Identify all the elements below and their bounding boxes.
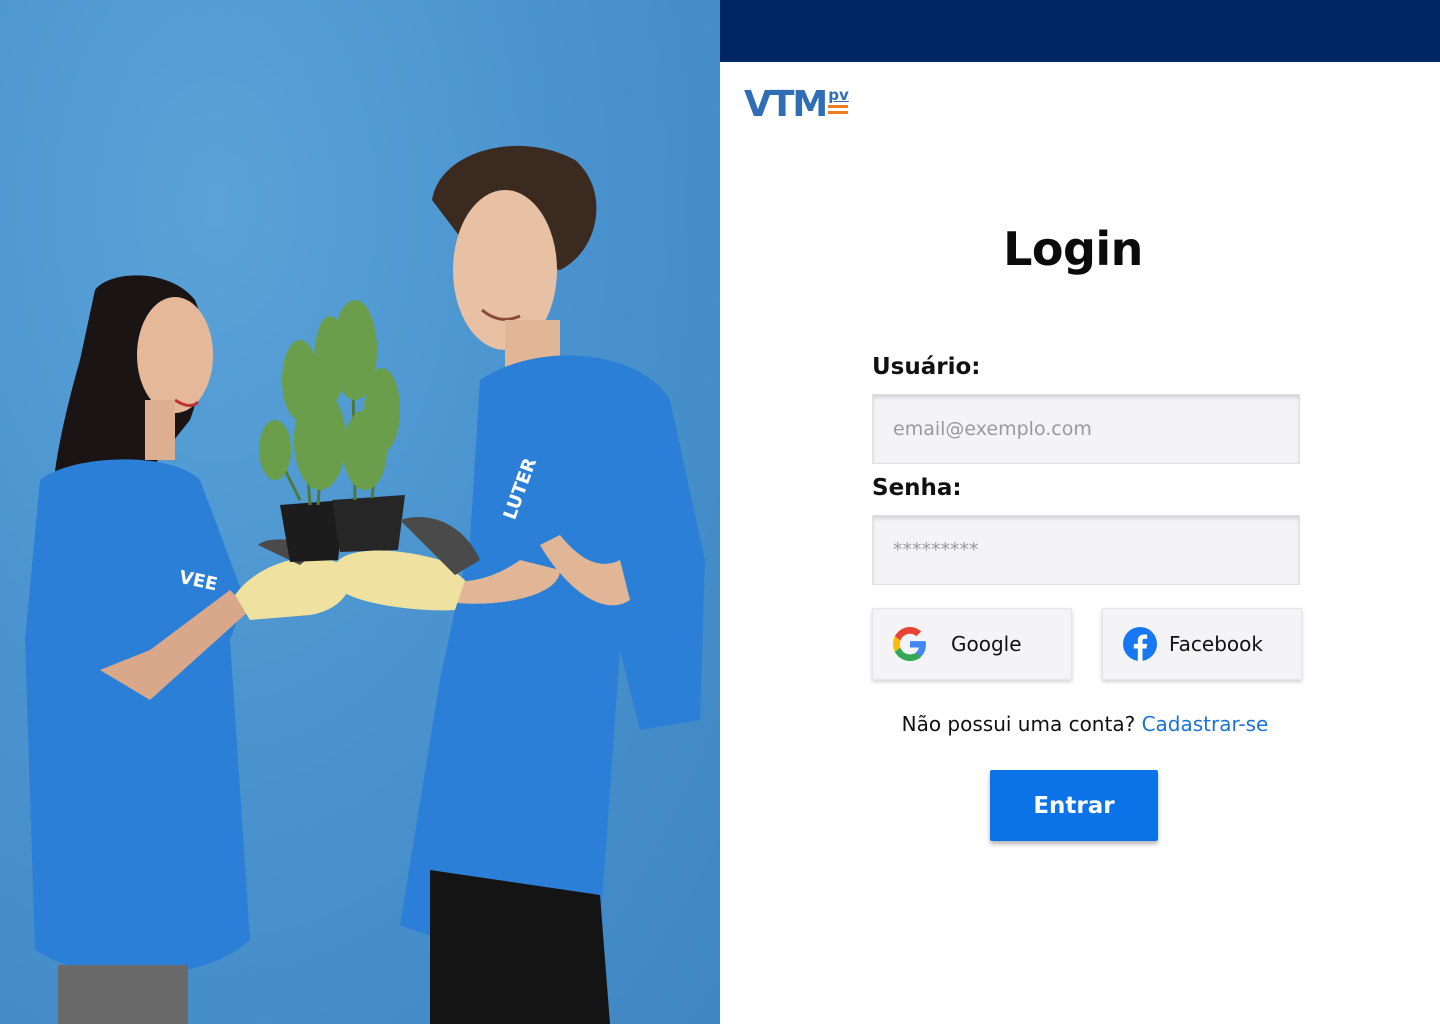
submit-button[interactable]: Entrar [990, 770, 1158, 841]
username-input[interactable] [873, 395, 1299, 463]
volunteers-illustration: VEE LUTER [25, 145, 705, 1024]
page-title: Login [1003, 222, 1143, 276]
brand-logo[interactable]: VTM pv [744, 86, 849, 124]
signup-link[interactable]: Cadastrar-se [1142, 712, 1269, 736]
brand-suffix: pv [828, 86, 849, 104]
facebook-button-label: Facebook [1169, 632, 1263, 656]
hero-photo: VEE LUTER [0, 0, 720, 1024]
google-icon [893, 627, 927, 661]
brand-mark-icon [828, 105, 849, 114]
google-button-label: Google [951, 632, 1022, 656]
password-input[interactable] [873, 516, 1299, 584]
google-login-button[interactable]: Google [872, 608, 1072, 680]
top-bar [720, 0, 1440, 62]
password-field-wrapper [872, 515, 1300, 585]
login-panel: VTM pv Login Usuário: Senha: Google [720, 0, 1440, 1024]
username-field-wrapper [872, 394, 1300, 464]
signup-prompt: Não possui uma conta? Cadastrar-se [720, 712, 1440, 736]
facebook-icon [1123, 627, 1157, 661]
username-label: Usuário: [872, 354, 981, 380]
no-account-text: Não possui uma conta? [901, 712, 1136, 736]
facebook-login-button[interactable]: Facebook [1102, 608, 1302, 680]
password-label: Senha: [872, 475, 962, 501]
brand-name: VTM [744, 84, 828, 125]
